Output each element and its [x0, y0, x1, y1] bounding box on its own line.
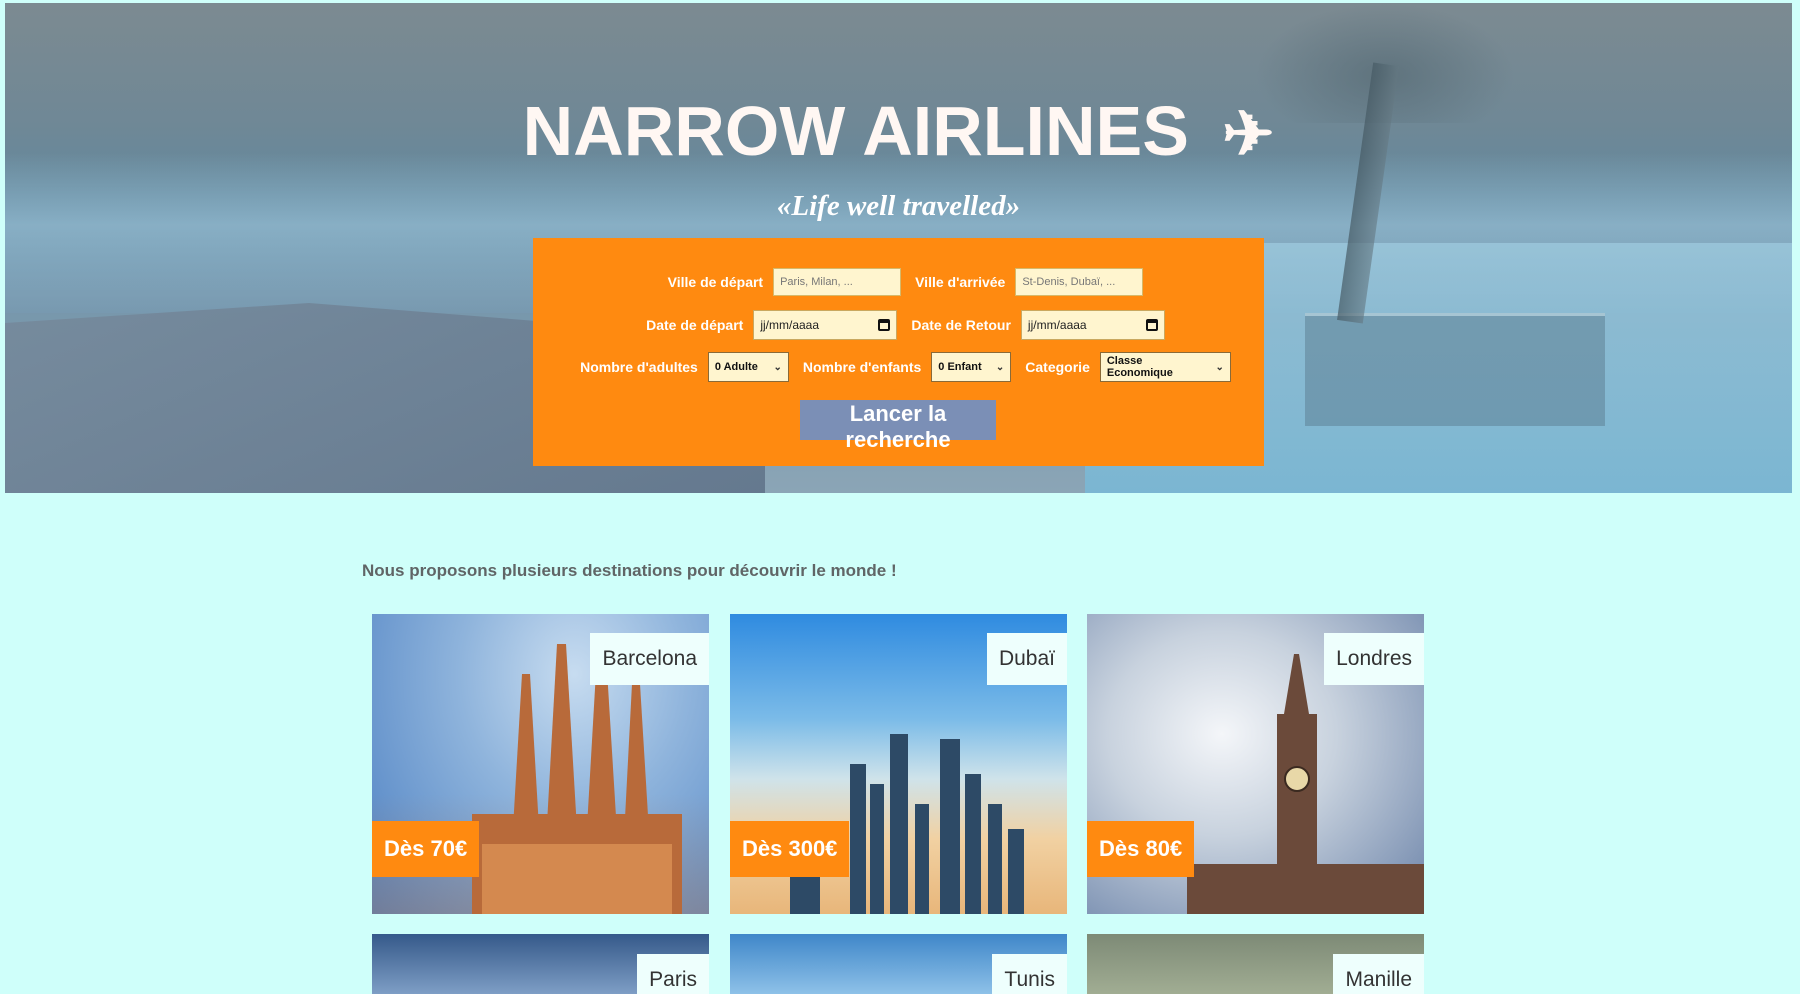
chevron-down-icon: ⌄	[995, 361, 1005, 373]
children-label: Nombre d'enfants	[802, 359, 922, 375]
return-date-label: Date de Retour	[911, 317, 1011, 333]
destination-card-londres[interactable]: Londres Dès 80€	[1087, 614, 1424, 914]
category-select-value: Classe Economique	[1106, 355, 1173, 379]
calendar-icon[interactable]	[1145, 319, 1158, 331]
destination-price-badge: Dès 80€	[1087, 821, 1195, 877]
flight-search-form: Ville de départ Ville d'arrivée Date de …	[533, 238, 1264, 466]
destination-city-label: Tunis	[992, 954, 1067, 994]
departure-city-input[interactable]	[773, 268, 902, 296]
chevron-down-icon: ⌄	[1215, 361, 1224, 373]
destination-price-badge: Dès 70€	[372, 821, 480, 877]
brand-tagline: «Life well travelled»	[776, 190, 1021, 222]
search-row-cities: Ville de départ Ville d'arrivée	[533, 268, 1264, 296]
airplane-icon: ✈	[1222, 100, 1275, 169]
adults-label: Nombre d'adultes	[580, 359, 698, 375]
destination-city-label: Barcelona	[590, 633, 709, 685]
brand-name: NARROW AIRLINES	[522, 92, 1189, 170]
destination-card-manille[interactable]: Manille	[1087, 934, 1424, 994]
departure-date-input[interactable]: jj/mm/aaaa	[753, 310, 898, 340]
return-date-input[interactable]: jj/mm/aaaa	[1020, 310, 1165, 340]
destination-city-label: Paris	[637, 954, 709, 994]
search-row-dates: Date de départ jj/mm/aaaa Date de Retour…	[533, 310, 1264, 340]
destinations-intro: Nous proposons plusieurs destinations po…	[362, 561, 897, 580]
calendar-icon[interactable]	[878, 319, 891, 331]
hero-deck	[1305, 313, 1605, 426]
adults-select[interactable]: 0 Adulte ⌄	[707, 352, 789, 382]
destination-city-label: Manille	[1333, 954, 1424, 994]
adults-select-value: 0 Adulte	[714, 361, 758, 373]
category-select[interactable]: Classe Economique ⌄	[1099, 352, 1231, 382]
departure-city-label: Ville de départ	[667, 274, 764, 290]
search-row-passengers: Nombre d'adultes 0 Adulte ⌄ Nombre d'enf…	[533, 352, 1264, 382]
search-submit-button[interactable]: Lancer la recherche	[800, 400, 996, 452]
departure-date-label: Date de départ	[646, 317, 744, 333]
children-select[interactable]: 0 Enfant ⌄	[931, 352, 1012, 382]
chevron-down-icon: ⌄	[773, 361, 782, 373]
category-label: Categorie	[1025, 359, 1090, 375]
destination-card-barcelona[interactable]: Barcelona Dès 70€	[372, 614, 709, 914]
brand-title: NARROW AIRLINES ✈	[5, 91, 1792, 171]
arrival-city-input[interactable]	[1015, 268, 1144, 296]
destination-city-label: Londres	[1324, 633, 1424, 685]
children-select-value: 0 Enfant	[938, 361, 982, 373]
destination-card-tunis[interactable]: Tunis	[730, 934, 1067, 994]
destination-card-dubai[interactable]: Dubaï Dès 300€	[730, 614, 1067, 914]
destination-card-paris[interactable]: Paris	[372, 934, 709, 994]
arrival-city-label: Ville d'arrivée	[915, 274, 1006, 290]
departure-date-value: jj/mm/aaaa	[760, 318, 820, 332]
destination-price-badge: Dès 300€	[730, 821, 850, 877]
destination-city-label: Dubaï	[986, 633, 1067, 685]
return-date-value: jj/mm/aaaa	[1027, 318, 1087, 332]
